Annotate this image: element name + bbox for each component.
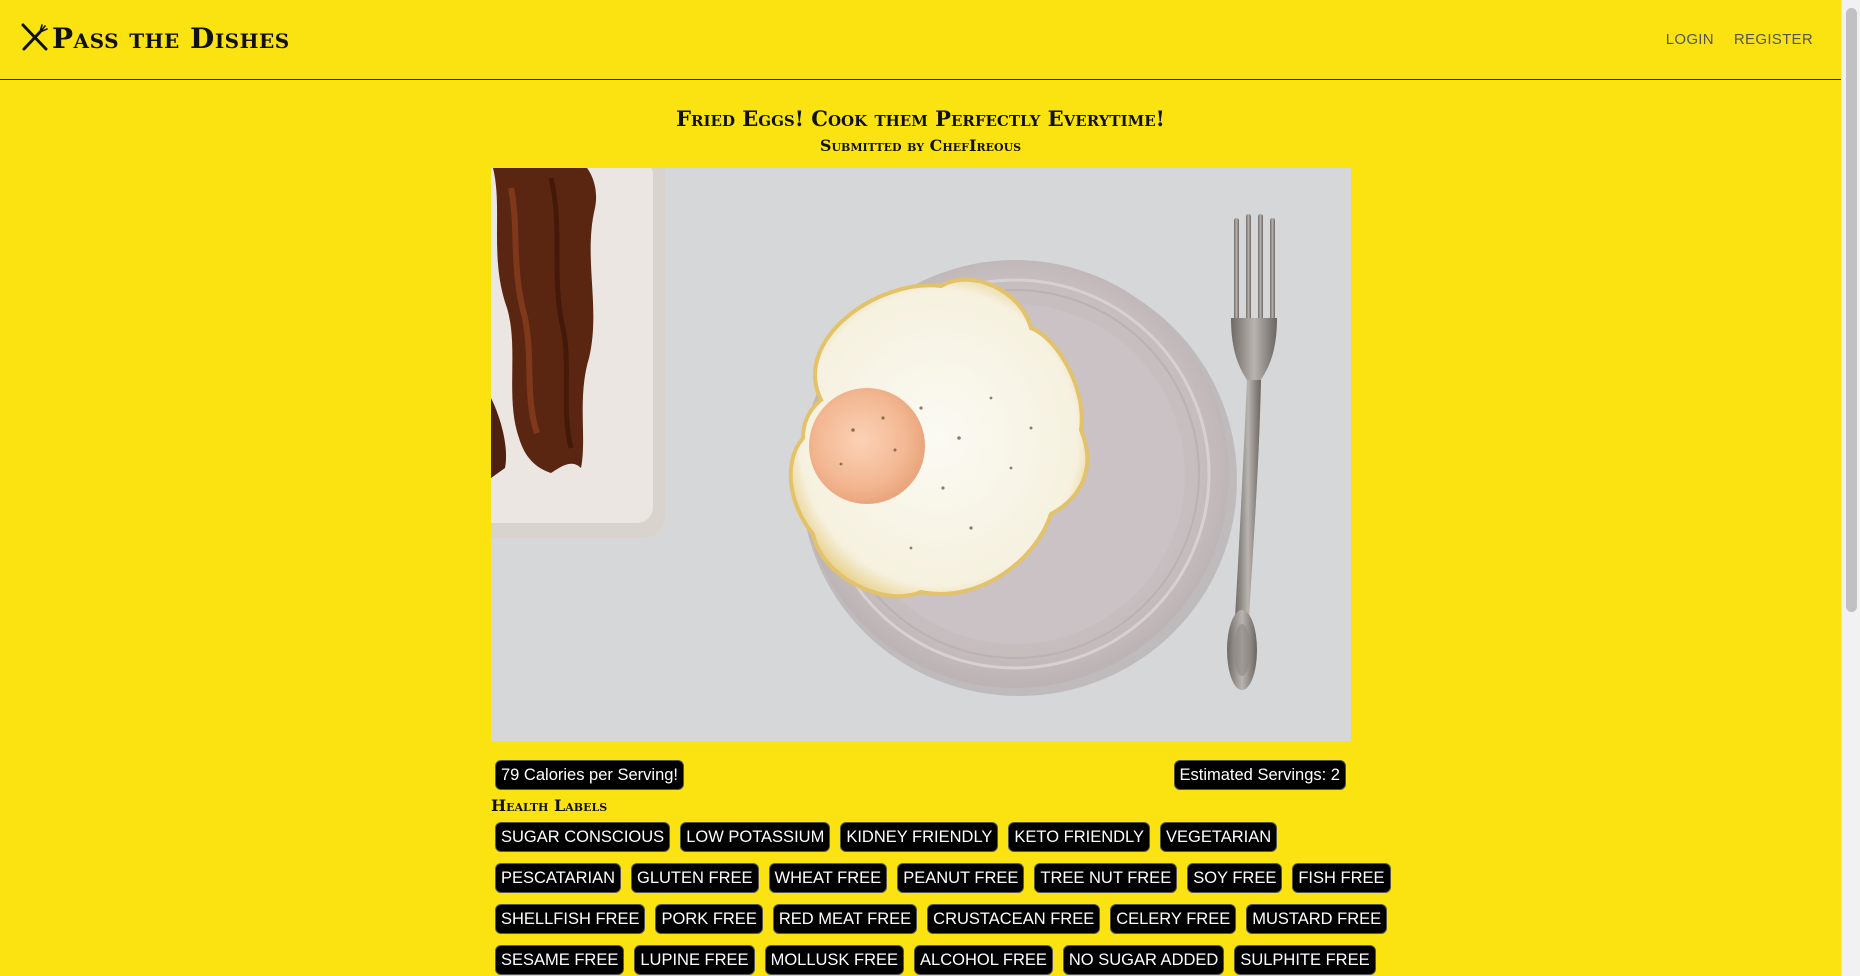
health-label: SUGAR CONSCIOUS: [495, 822, 671, 852]
health-labels-row: SESAME FREE LUPINE FREE MOLLUSK FREE ALC…: [495, 945, 1376, 975]
health-label: KETO FRIENDLY: [1008, 822, 1150, 852]
health-label: KIDNEY FRIENDLY: [840, 822, 999, 852]
calories-badge: 79 Calories per Serving!: [495, 760, 685, 790]
health-label: SESAME FREE: [495, 945, 625, 975]
recipe-photo: [491, 168, 1351, 741]
health-labels-row: SUGAR CONSCIOUS LOW POTASSIUM KIDNEY FRI…: [495, 822, 1355, 852]
health-label: NO SUGAR ADDED: [1062, 945, 1225, 975]
nav-links: LOGIN REGISTER: [1666, 31, 1813, 48]
servings-badge: Estimated Servings: 2: [1173, 760, 1346, 790]
health-label: MOLLUSK FREE: [764, 945, 905, 975]
health-label: ALCOHOL FREE: [914, 945, 1053, 975]
health-label: LOW POTASSIUM: [680, 822, 831, 852]
health-label: SULPHITE FREE: [1234, 945, 1376, 975]
health-labels-list: SUGAR CONSCIOUS LOW POTASSIUM KIDNEY FRI…: [495, 822, 1391, 976]
health-label: CELERY FREE: [1110, 904, 1237, 934]
health-label: PORK FREE: [655, 904, 763, 934]
health-label: GLUTEN FREE: [631, 863, 759, 893]
health-label: VEGETARIAN: [1160, 822, 1278, 852]
health-label: TREE NUT FREE: [1034, 863, 1178, 893]
health-label: SHELLFISH FREE: [495, 904, 646, 934]
brand-title: Pass the Dishes: [52, 22, 290, 55]
login-link[interactable]: LOGIN: [1666, 31, 1714, 48]
scrollbar-thumb[interactable]: [1846, 8, 1857, 612]
health-label: WHEAT FREE: [768, 863, 888, 893]
page-scrollbar[interactable]: [1841, 0, 1860, 976]
health-label: SOY FREE: [1187, 863, 1283, 893]
health-label: RED MEAT FREE: [772, 904, 918, 934]
health-label: PESCATARIAN: [495, 863, 621, 893]
health-label: CRUSTACEAN FREE: [927, 904, 1101, 934]
health-label: FISH FREE: [1292, 863, 1391, 893]
health-labels-row: PESCATARIAN GLUTEN FREE WHEAT FREE PEANU…: [495, 863, 1391, 893]
health-label: LUPINE FREE: [634, 945, 755, 975]
navbar: Pass the Dishes LOGIN REGISTER: [0, 0, 1841, 80]
health-labels-heading: Health Labels: [491, 796, 608, 815]
register-link[interactable]: REGISTER: [1734, 31, 1813, 48]
page: Pass the Dishes LOGIN REGISTER Fried Egg…: [0, 0, 1841, 976]
brand-link[interactable]: Pass the Dishes: [20, 22, 290, 56]
health-labels-row: SHELLFISH FREE PORK FREE RED MEAT FREE C…: [495, 904, 1388, 934]
crossed-utensils-icon: [20, 22, 50, 52]
health-label: PEANUT FREE: [897, 863, 1025, 893]
recipe-author: Submitted by ChefIreous: [819, 136, 1022, 155]
health-label: MUSTARD FREE: [1246, 904, 1388, 934]
recipe-title: Fried Eggs! Cook them Perfectly Everytim…: [676, 106, 1165, 131]
